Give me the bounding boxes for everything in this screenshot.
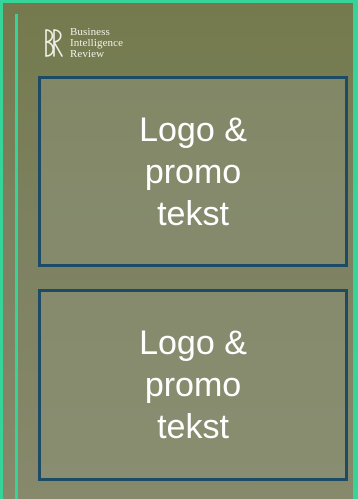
brand-line-3: Review bbox=[70, 47, 105, 60]
promo-text: Logo & promo tekst bbox=[139, 110, 247, 233]
brand-line-2: Intelligence bbox=[70, 36, 124, 49]
brand-line-1: Business bbox=[70, 25, 110, 38]
promo-text: Logo & promo tekst bbox=[139, 324, 247, 446]
promo-slot-bottom[interactable]: Logo & promo tekst bbox=[38, 289, 348, 481]
brand-logo[interactable]: Business Intelligence Review bbox=[40, 26, 123, 60]
brand-wordmark: Business Intelligence Review bbox=[70, 25, 124, 60]
br-monogram-icon bbox=[45, 29, 63, 57]
promo-slot-top[interactable]: Logo & promo tekst bbox=[38, 76, 348, 267]
accent-divider-line bbox=[15, 14, 18, 499]
